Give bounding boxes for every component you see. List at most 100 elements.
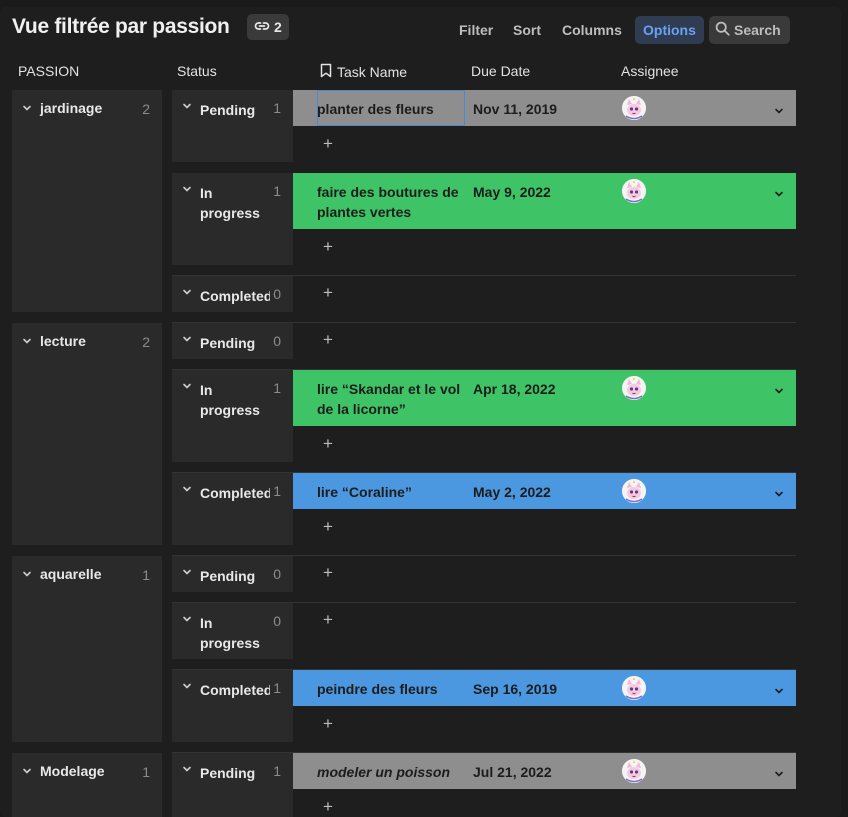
add-task-button[interactable]: +: [323, 797, 333, 817]
add-task-button[interactable]: +: [323, 714, 333, 734]
chevron-down-icon[interactable]: [182, 184, 192, 194]
chevron-down-icon[interactable]: [182, 681, 192, 691]
task-name[interactable]: lire “Skandar et le vol de la licorne”: [317, 379, 467, 419]
chevron-down-icon[interactable]: [182, 764, 192, 774]
assignee-avatar[interactable]: [622, 759, 646, 783]
add-task-button[interactable]: +: [323, 517, 333, 537]
passion-count: 2: [142, 101, 150, 117]
task-name[interactable]: peindre des fleurs: [317, 679, 467, 699]
due-date[interactable]: Apr 18, 2022: [473, 379, 556, 399]
chevron-down-icon[interactable]: [182, 287, 192, 297]
task-name[interactable]: planter des fleurs: [317, 99, 467, 119]
status-count: 1: [273, 763, 281, 779]
status-label: Completed: [200, 288, 270, 304]
assignee-avatar[interactable]: [622, 96, 646, 120]
options-button[interactable]: Options: [635, 16, 704, 44]
status-label: Pending: [200, 765, 256, 781]
linked-views-badge[interactable]: 2: [247, 14, 289, 40]
assignee-avatar[interactable]: [622, 676, 646, 700]
passion-group-header[interactable]: jardinage: [12, 90, 162, 126]
add-task-button[interactable]: +: [323, 434, 333, 454]
status-count: 1: [273, 380, 281, 396]
column-header-passion-label: PASSION: [18, 63, 80, 79]
task-name[interactable]: lire “Coraline”: [317, 482, 467, 502]
status-group-pending: Pending 1: [172, 753, 293, 817]
task-name[interactable]: faire des boutures de plantes vertes: [317, 182, 467, 222]
assignee-avatar[interactable]: [622, 376, 646, 400]
search-button[interactable]: Search: [709, 16, 790, 44]
status-label: In progress: [200, 615, 260, 651]
chevron-down-icon[interactable]: [774, 683, 784, 701]
chevron-down-icon[interactable]: [774, 186, 784, 204]
search-label: Search: [734, 22, 781, 38]
add-task-button[interactable]: +: [323, 330, 333, 350]
due-date[interactable]: May 2, 2022: [473, 482, 551, 502]
task-row[interactable]: lire “Coraline” May 2, 2022: [293, 473, 796, 509]
chevron-down-icon[interactable]: [774, 383, 784, 401]
chevron-down-icon[interactable]: [22, 103, 32, 113]
board-panel: Vue filtrée par passion 2 Filter Sort Co…: [0, 7, 841, 817]
due-date[interactable]: Nov 11, 2019: [473, 99, 557, 119]
bookmark-icon: [320, 63, 332, 81]
column-header-assignee[interactable]: Assignee: [621, 63, 679, 79]
chevron-down-icon[interactable]: [774, 766, 784, 784]
status-group-pending: Pending 0: [172, 556, 293, 592]
passion-group-header[interactable]: lecture: [12, 323, 162, 359]
passion-group-header[interactable]: aquarelle: [12, 556, 162, 592]
column-header-due-date[interactable]: Due Date: [471, 63, 530, 79]
add-task-button[interactable]: +: [323, 563, 333, 583]
chevron-down-icon[interactable]: [22, 766, 32, 776]
sort-button[interactable]: Sort: [513, 16, 541, 44]
add-task-button[interactable]: +: [323, 134, 333, 154]
filter-button[interactable]: Filter: [459, 16, 493, 44]
chevron-down-icon[interactable]: [182, 381, 192, 391]
passion-group-lecture: lecture 2: [12, 323, 162, 545]
status-count: 0: [273, 286, 281, 302]
column-header-assignee-label: Assignee: [621, 63, 679, 79]
status-label: Pending: [200, 102, 256, 118]
task-name[interactable]: modeler un poisson: [317, 762, 467, 782]
chevron-down-icon[interactable]: [182, 484, 192, 494]
passion-group-aquarelle: aquarelle 1: [12, 556, 162, 742]
chevron-down-icon[interactable]: [182, 101, 192, 111]
task-row[interactable]: lire “Skandar et le vol de la licorne” A…: [293, 370, 796, 426]
add-task-button[interactable]: +: [323, 610, 333, 630]
column-header-status[interactable]: Status: [177, 63, 217, 79]
status-group-in-progress: In progress 1: [172, 173, 293, 265]
chevron-down-icon[interactable]: [774, 103, 784, 121]
task-row[interactable]: modeler un poisson Jul 21, 2022: [293, 753, 796, 789]
assignee-avatar[interactable]: [622, 179, 646, 203]
columns-button[interactable]: Columns: [562, 16, 622, 44]
chevron-down-icon[interactable]: [182, 567, 192, 577]
add-task-button[interactable]: +: [323, 237, 333, 257]
status-group-pending: Pending 1: [172, 90, 293, 162]
due-date[interactable]: May 9, 2022: [473, 182, 551, 202]
passion-group-header[interactable]: Modelage: [12, 753, 162, 789]
status-label: In progress: [200, 382, 260, 418]
due-date[interactable]: Jul 21, 2022: [473, 762, 552, 782]
column-header-passion[interactable]: PASSION: [18, 63, 79, 79]
passion-group-modelage: Modelage 1: [12, 753, 162, 817]
passion-name: Modelage: [40, 763, 105, 779]
chevron-down-icon[interactable]: [774, 486, 784, 504]
add-task-button[interactable]: +: [323, 283, 333, 303]
passion-name: lecture: [40, 333, 86, 349]
task-row[interactable]: peindre des fleurs Sep 16, 2019: [293, 670, 796, 706]
status-label: In progress: [200, 185, 260, 221]
column-header-task-name[interactable]: Task Name: [320, 63, 407, 81]
task-row[interactable]: faire des boutures de plantes vertes May…: [293, 173, 796, 229]
task-row[interactable]: planter des fleurs Nov 11, 2019: [293, 90, 796, 126]
status-group-completed: Completed 0: [172, 276, 293, 312]
linked-views-count: 2: [274, 19, 282, 35]
status-count: 1: [273, 183, 281, 199]
chevron-down-icon[interactable]: [22, 336, 32, 346]
status-label: Pending: [200, 568, 256, 584]
passion-name: jardinage: [40, 100, 103, 116]
due-date[interactable]: Sep 16, 2019: [473, 679, 557, 699]
chevron-down-icon[interactable]: [22, 569, 32, 579]
assignee-avatar[interactable]: [622, 479, 646, 503]
chevron-down-icon[interactable]: [182, 614, 192, 624]
status-group-completed: Completed 1: [172, 473, 293, 545]
chevron-down-icon[interactable]: [182, 334, 192, 344]
search-icon: [715, 21, 730, 39]
